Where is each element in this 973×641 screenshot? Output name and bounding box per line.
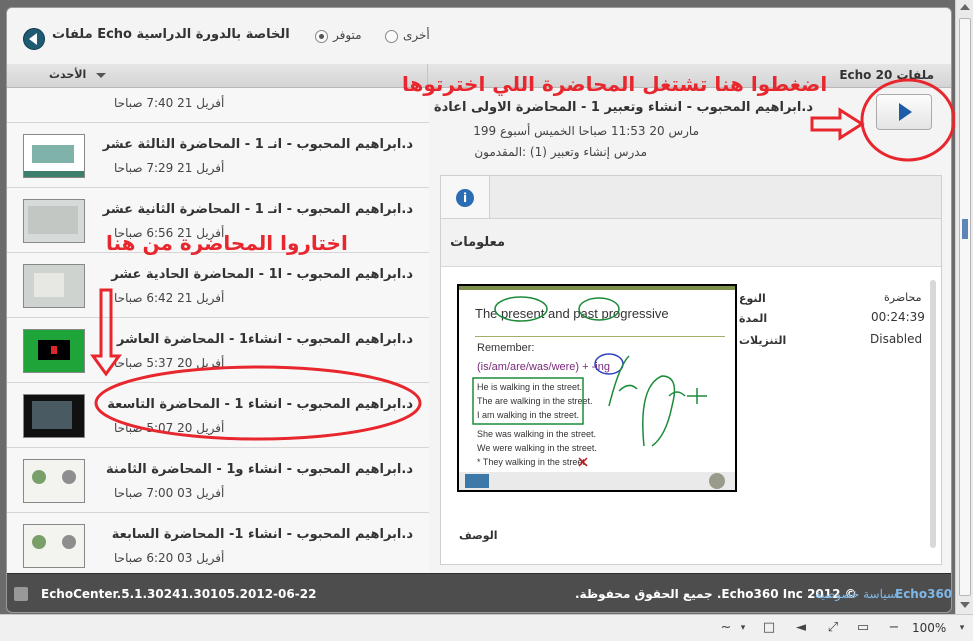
chevron-down-icon[interactable]: ▾ <box>955 621 969 635</box>
scroll-thumb[interactable] <box>959 18 971 596</box>
compat-view-icon[interactable]: ▭ <box>856 621 870 635</box>
popup-blocker-icon[interactable]: □ <box>762 621 776 635</box>
scroll-grip <box>962 219 968 239</box>
page-scrollbar[interactable] <box>955 0 973 614</box>
annotation-select-instruction: اختاروا المحاضرة من هنا <box>106 231 348 255</box>
annotation-overlay <box>90 78 956 441</box>
zoom-out-icon[interactable]: − <box>887 621 901 635</box>
scroll-up-icon[interactable] <box>960 4 970 10</box>
fullscreen-icon[interactable]: ⤢ <box>826 621 840 635</box>
annotation-play-instruction: اضغطوا هنا تشتغل المحاضرة اللي اخترتوها <box>402 72 828 96</box>
sound-icon[interactable]: ◄ <box>794 621 808 635</box>
scroll-down-icon[interactable] <box>960 602 970 608</box>
browser-status-bar: ~ ▾ □ ◄ ⤢ ▭ − 100% ▾ <box>0 614 973 641</box>
network-icon[interactable]: ~ <box>719 621 733 635</box>
chevron-down-icon[interactable]: ▾ <box>736 621 750 635</box>
zoom-level[interactable]: 100% <box>912 621 946 635</box>
